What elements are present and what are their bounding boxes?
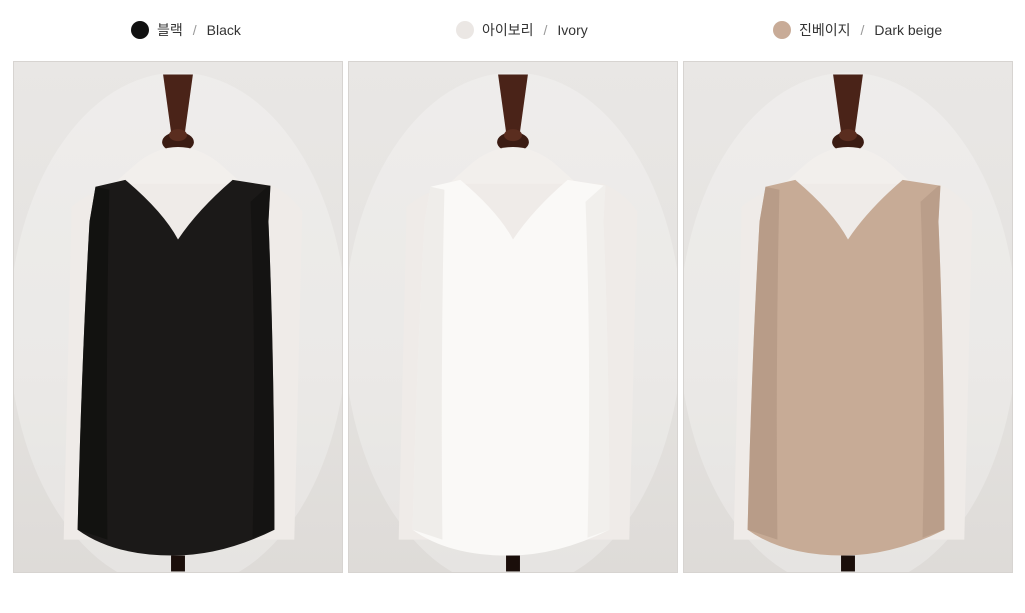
color-label-dark-beige: 진베이지 / Dark beige	[773, 18, 942, 42]
color-name-korean: 진베이지	[799, 22, 851, 38]
color-label-ivory: 아이보리 / Ivory	[456, 18, 588, 42]
color-name-english: Black	[206, 22, 241, 38]
color-swatch-ivory	[456, 21, 474, 39]
label-separator: /	[543, 22, 548, 38]
color-label-black: 블랙 / Black	[131, 18, 241, 42]
mannequin-top-illustration	[349, 72, 677, 572]
product-photo-dark-beige[interactable]	[683, 61, 1013, 573]
product-photo-ivory[interactable]	[348, 61, 678, 573]
label-separator: /	[192, 22, 197, 38]
mannequin-top-illustration	[684, 72, 1012, 572]
color-name-english: Ivory	[557, 22, 588, 38]
color-swatch-dark-beige	[773, 21, 791, 39]
color-name-korean: 아이보리	[482, 22, 534, 38]
color-name-english: Dark beige	[874, 22, 943, 38]
label-separator: /	[860, 22, 865, 38]
color-name-korean: 블랙	[157, 22, 183, 38]
mannequin-top-illustration	[14, 72, 342, 572]
color-swatch-black	[131, 21, 149, 39]
product-photo-black[interactable]	[13, 61, 343, 573]
